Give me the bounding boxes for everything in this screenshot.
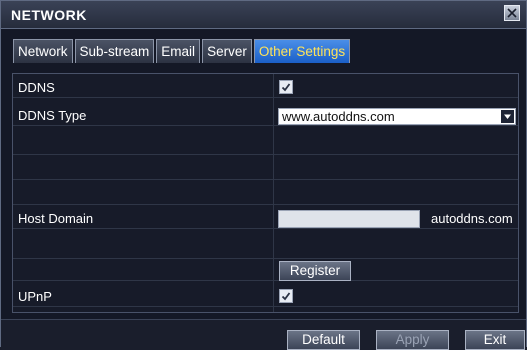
row-ddns: DDNS [13,78,518,98]
host-domain-input[interactable] [278,210,420,228]
empty-row [13,180,518,205]
empty-row [13,155,518,180]
tab-network[interactable]: Network [13,39,73,63]
upnp-label: UPnP [18,289,52,304]
title-bar: NETWORK [1,1,526,29]
dropdown-arrow[interactable] [501,110,514,123]
close-icon [507,8,517,18]
row-upnp: UPnP [13,287,518,307]
ddns-type-label: DDNS Type [18,108,87,123]
ddns-type-select[interactable]: www.autoddns.com [278,108,516,125]
ddns-checkbox[interactable] [279,80,293,94]
window-title: NETWORK [11,7,87,23]
host-domain-label: Host Domain [18,211,94,226]
tab-sub-stream[interactable]: Sub-stream [74,39,155,63]
upnp-checkbox[interactable] [279,289,293,303]
button-bar: Default Apply Exit [1,319,526,350]
tab-server[interactable]: Server [202,39,252,63]
close-button[interactable] [504,5,520,21]
exit-button[interactable]: Exit [465,330,525,350]
row-register: Register [13,261,518,281]
default-button[interactable]: Default [287,330,360,350]
chevron-down-icon [504,114,511,119]
settings-panel: DDNS DDNS Type www.autoddns.com Host Dom… [12,73,519,313]
row-ddns-type: DDNS Type www.autoddns.com [13,106,518,126]
empty-row [13,130,518,155]
network-dialog: NETWORK Network Sub-stream Email Server … [0,0,527,350]
tab-other-settings[interactable]: Other Settings [253,39,351,63]
register-button[interactable]: Register [279,261,351,281]
tab-email[interactable]: Email [156,39,201,63]
row-host-domain: Host Domain autoddns.com [13,209,518,229]
empty-row [13,234,518,259]
tab-bar: Network Sub-stream Email Server Other Se… [13,39,351,63]
host-domain-suffix: autoddns.com [431,211,513,226]
ddns-label: DDNS [18,80,55,95]
ddns-type-value: www.autoddns.com [282,109,395,124]
apply-button[interactable]: Apply [376,330,449,350]
checkmark-icon [281,83,291,92]
checkmark-icon [281,292,291,301]
